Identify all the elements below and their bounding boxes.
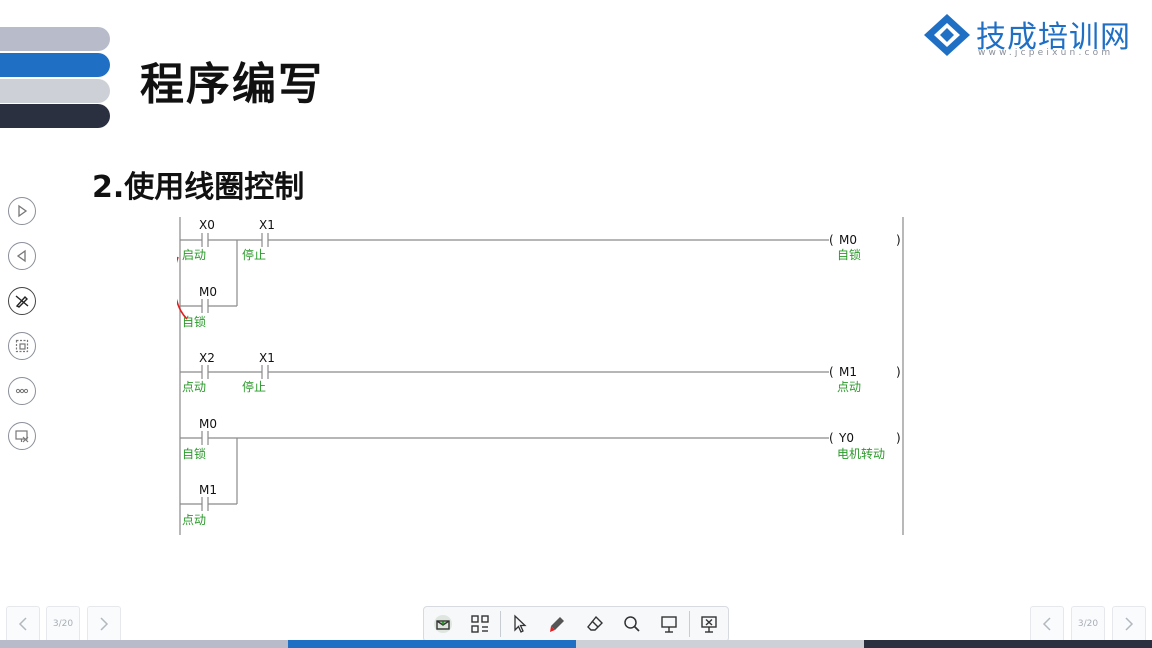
coil-Y0-operand: Y0	[838, 431, 854, 445]
pen-annotation	[173, 256, 188, 320]
contact-X0-operand: X0	[199, 218, 215, 232]
prev-slide-button-right[interactable]	[1030, 606, 1064, 642]
side-screenshot-button[interactable]	[8, 332, 36, 360]
coil-M0-operand: M0	[839, 233, 857, 247]
pen-icon	[550, 617, 565, 632]
contact-M1-comment: 点动	[182, 513, 206, 527]
chevron-right-icon	[1125, 617, 1134, 631]
pointer-icon	[514, 614, 527, 633]
contact-M0-operand: M0	[199, 417, 217, 431]
contact-X1b-operand: X1	[259, 351, 275, 365]
coil-M0-comment: 自锁	[837, 247, 861, 262]
side-next-button[interactable]	[8, 197, 36, 225]
toolbar-divider	[688, 611, 690, 637]
contact-X2-comment: 点动	[182, 380, 206, 394]
logo-diamond-icon	[924, 14, 970, 56]
contact-X1b-comment: 停止	[242, 379, 266, 394]
slide-counter-right: 3/20	[1071, 606, 1105, 642]
rung-1: X0 启动 X1 停止 M0 自锁 ( M0 ) 自锁	[173, 218, 901, 329]
whiteboard-button[interactable]	[650, 607, 687, 641]
coil-Y0-bracket-right: )	[896, 431, 901, 445]
pointer-tool-button[interactable]	[501, 607, 538, 641]
coil-M1-operand: M1	[839, 365, 857, 379]
coil-Y0-comment: 电机转动	[837, 446, 885, 461]
coil-M0-bracket-left: (	[829, 233, 834, 247]
presentation-toolbar	[423, 606, 729, 642]
grid-icon	[471, 615, 489, 633]
brand-logo: 技成培训网 www.jcpeixun.com	[922, 10, 1137, 62]
chevron-left-icon	[18, 617, 27, 631]
next-slide-button[interactable]	[87, 606, 121, 642]
magnifier-tool-button[interactable]	[613, 607, 650, 641]
coil-M1-bracket-left: (	[829, 365, 834, 379]
thumbnail-button[interactable]	[424, 607, 461, 641]
side-end-show-button[interactable]	[8, 422, 36, 450]
end-show-icon	[15, 430, 29, 443]
contact-X1-operand: X1	[259, 218, 275, 232]
pen-off-icon	[15, 295, 29, 308]
coil-M1-bracket-right: )	[896, 365, 901, 379]
exit-icon	[701, 616, 718, 633]
contact-X1-comment: 停止	[242, 247, 266, 262]
next-slide-button-right[interactable]	[1112, 606, 1146, 642]
eraser-icon	[586, 615, 603, 631]
footer-stripe-1	[0, 640, 288, 648]
magnifier-icon	[624, 616, 640, 632]
contact-X0-comment: 启动	[182, 248, 206, 262]
next-icon	[18, 204, 28, 218]
footer-stripe-4	[864, 640, 1152, 648]
decor-stripe-1	[0, 27, 110, 51]
slide-counter-left: 3/20	[46, 606, 80, 642]
chevron-left-icon	[1042, 617, 1051, 631]
footer-stripe-3	[576, 640, 864, 648]
coil-Y0-bracket-left: (	[829, 431, 834, 445]
decor-stripe-4	[0, 104, 110, 128]
side-prev-button[interactable]	[8, 242, 36, 270]
side-pen-button[interactable]	[8, 287, 36, 315]
toolbar-divider	[499, 611, 501, 637]
decor-stripe-3	[0, 79, 110, 103]
footer-stripe-2	[288, 640, 576, 648]
ladder-diagram: X0 启动 X1 停止 M0 自锁 ( M0 ) 自锁 X2 点动 X1 停止 …	[173, 217, 907, 535]
thumbnail-icon	[433, 615, 452, 633]
prev-slide-button[interactable]	[6, 606, 40, 642]
contact-M0-self-lock-comment: 自锁	[182, 314, 206, 329]
pen-tool-button[interactable]	[539, 607, 576, 641]
coil-M1-comment: 点动	[837, 380, 861, 394]
contact-M1-operand: M1	[199, 483, 217, 497]
contact-X2-operand: X2	[199, 351, 215, 365]
contact-M0-comment: 自锁	[182, 446, 206, 461]
exit-show-button[interactable]	[691, 607, 728, 641]
decor-stripe-2	[0, 53, 110, 77]
screenshot-icon	[15, 339, 29, 353]
prev-icon	[16, 249, 26, 263]
slide-subtitle: 2.使用线圈控制	[92, 170, 305, 205]
coil-M0-bracket-right: )	[896, 233, 901, 247]
logo-url: www.jcpeixun.com	[978, 48, 1114, 58]
whiteboard-icon	[661, 616, 677, 633]
eraser-tool-button[interactable]	[576, 607, 613, 641]
side-more-button[interactable]	[8, 377, 36, 405]
rung-3: M0 自锁 M1 点动 ( Y0 ) 电机转动	[180, 417, 901, 527]
slide-title: 程序编写	[140, 59, 324, 110]
grid-view-button[interactable]	[461, 607, 498, 641]
rung-2: X2 点动 X1 停止 ( M1 ) 点动	[180, 351, 901, 394]
contact-M0-self-lock-operand: M0	[199, 285, 217, 299]
more-icon	[15, 388, 29, 394]
chevron-right-icon	[100, 617, 109, 631]
